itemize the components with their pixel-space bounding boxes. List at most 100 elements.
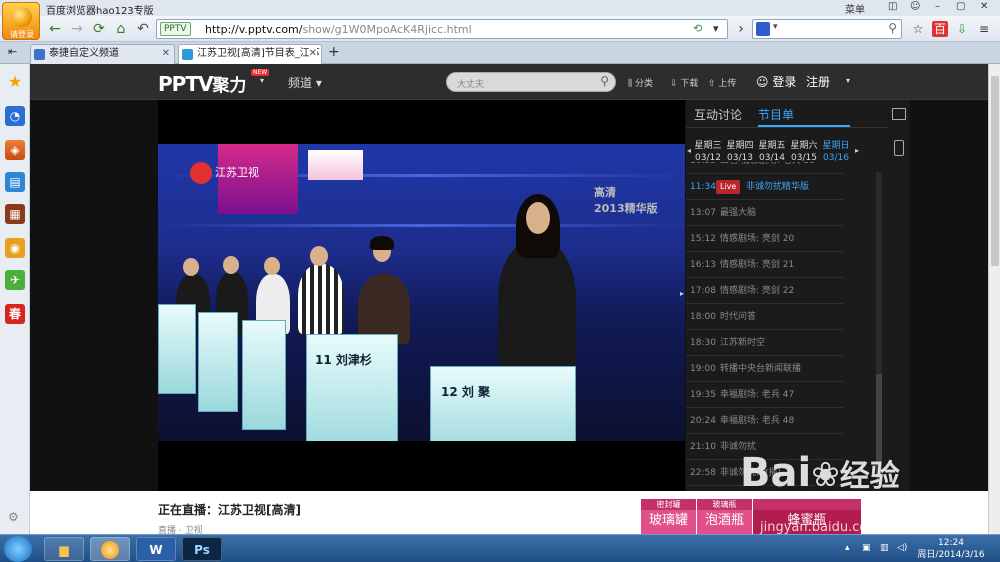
video-icon[interactable]: ▦ [5, 204, 25, 224]
go-icon[interactable]: › [732, 20, 750, 38]
breadcrumb[interactable]: 直播 · 卫视 [158, 523, 203, 534]
settings-gear-icon[interactable]: ⚙ [8, 510, 19, 524]
schedule-row[interactable]: 13:07 最强大脑 [686, 200, 844, 226]
tray-expand-icon[interactable]: ▴ [845, 543, 850, 553]
site-identity-badge[interactable]: PPTV [160, 22, 191, 36]
pptv-logo[interactable]: PPTV聚力 [158, 71, 246, 96]
travel-icon[interactable]: ✈ [5, 270, 25, 290]
login-link[interactable]: ☺ 登录 [756, 73, 796, 90]
search-engine-icon[interactable] [756, 22, 770, 36]
forward-icon[interactable]: → [68, 20, 86, 38]
undo-icon[interactable]: ↶ [134, 20, 152, 38]
day-sat[interactable]: 星期六 03/15 [788, 140, 820, 164]
star-icon[interactable]: ★ [5, 72, 25, 92]
close-tab-icon[interactable]: ✕ [162, 45, 170, 63]
tab-jiangsu-schedule[interactable]: 江苏卫视[高清]节目表_江苏 ✕ [178, 44, 322, 64]
address-dropdown-icon[interactable]: ▾ [713, 22, 719, 35]
prev-week-icon[interactable]: ◂ [687, 146, 691, 155]
reload-page-icon[interactable]: ⟲ [693, 22, 702, 35]
app-icon[interactable]: 百 [932, 21, 948, 37]
system-clock[interactable]: 12:24 周日/2014/3/16 [916, 537, 986, 561]
tools-menu-icon[interactable]: ≡ [976, 21, 992, 37]
site-search-input[interactable]: 大丈夫 ⚲ [446, 72, 616, 92]
podium: 11 刘津杉 [306, 334, 398, 441]
start-button[interactable] [4, 536, 32, 562]
day-wed[interactable]: 星期三 03/12 [692, 140, 724, 164]
day-fri[interactable]: 星期五 03/14 [756, 140, 788, 164]
favorite-star-icon[interactable]: ☆ [910, 21, 926, 37]
spring-icon[interactable]: 春 [5, 304, 25, 324]
schedule-time: 11:34 [690, 182, 716, 192]
day-thu[interactable]: 星期四 03/13 [724, 140, 756, 164]
feedback-icon[interactable]: ☺ [910, 1, 920, 12]
chevron-down-icon[interactable]: ▾ [260, 76, 264, 85]
browser-taskbar-icon[interactable] [90, 537, 130, 561]
register-link[interactable]: 注册 [806, 73, 830, 90]
tab-schedule[interactable]: 节目单 [758, 106, 794, 123]
back-icon[interactable]: ← [46, 20, 64, 38]
watermark-brand: Bai [740, 450, 812, 496]
category-link[interactable]: ⫼ 分类 [628, 76, 653, 89]
skin-icon[interactable]: ◫ [888, 1, 897, 12]
download-link[interactable]: ⇩ 下载 [670, 76, 698, 89]
mobile-icon[interactable] [894, 140, 904, 156]
schedule-time: 18:30 [690, 338, 716, 348]
tab-label: 江苏卫视[高清]节目表_江苏 [197, 48, 320, 59]
game-icon[interactable]: ◈ [5, 140, 25, 160]
baidu-icon[interactable]: ◔ [5, 106, 25, 126]
schedule-row[interactable]: 11:34 Live 非诚勿扰精华版 [686, 174, 844, 200]
address-bar[interactable]: PPTV http://v.pptv.com/show/g1W0MpoAcK4R… [156, 19, 728, 39]
refresh-icon[interactable]: ⟳ [90, 20, 108, 38]
download-icon[interactable]: ⇩ [954, 21, 970, 37]
tv-icon[interactable] [892, 108, 906, 120]
day-sun[interactable]: 星期日 03/16 [820, 140, 852, 164]
close-button[interactable]: ✕ [980, 1, 988, 12]
schedule-time: 18:00 [690, 312, 716, 322]
word-taskbar-icon[interactable]: W [136, 537, 176, 561]
watermark-subtext: 2013精华版 [594, 202, 658, 215]
video-player[interactable]: 江苏卫视 高清 2013精华版 11 刘津杉 12 刘 聚 ▸ [158, 100, 685, 491]
channel-menu[interactable]: 频道 ▾ [288, 74, 322, 91]
podium [198, 312, 238, 412]
schedule-row[interactable]: 18:30 江苏新时空 [686, 330, 844, 356]
tab-custom-channel[interactable]: 泰捷自定义频道 ✕ [30, 44, 175, 64]
ad-item[interactable]: 密封罐 玻璃罐 [641, 499, 696, 534]
browser-logo-button[interactable]: 请登录 [2, 2, 40, 40]
next-week-icon[interactable]: ▸ [855, 146, 859, 155]
page-scroll-thumb[interactable] [991, 76, 999, 266]
schedule-row[interactable]: 20:24 幸福剧场: 老兵 48 [686, 408, 844, 434]
new-tab-button[interactable]: + [328, 44, 340, 60]
maximize-button[interactable]: ▢ [956, 1, 965, 12]
schedule-row[interactable]: 10:35 四看 情感剧场: 老兵 38 [686, 162, 844, 174]
search-input[interactable]: ▾ ⚲ [752, 19, 902, 39]
volume-icon[interactable]: ◁) [897, 543, 907, 553]
close-tab-icon[interactable]: ✕ [308, 45, 317, 63]
news-icon[interactable]: ▤ [5, 172, 25, 192]
ad-item[interactable]: 玻璃瓶 泡酒瓶 [697, 499, 752, 534]
schedule-row[interactable]: 19:35 幸福剧场: 老兵 47 [686, 382, 844, 408]
search-icon[interactable]: ⚲ [888, 21, 897, 35]
home-icon[interactable]: ⌂ [112, 20, 130, 38]
photoshop-taskbar-icon[interactable]: Ps [182, 537, 222, 561]
minimize-button[interactable]: – [935, 1, 940, 12]
video-frame[interactable]: 江苏卫视 高清 2013精华版 11 刘津杉 12 刘 聚 ▸ [158, 144, 685, 441]
panel-toggle-icon[interactable]: ▸ [680, 289, 684, 298]
search-icon[interactable]: ⚲ [600, 74, 609, 88]
search-engine-dropdown-icon[interactable]: ▾ [773, 22, 778, 32]
upload-link[interactable]: ⇧ 上传 [708, 76, 736, 89]
tray-app-icon[interactable]: ▣ [862, 543, 871, 553]
network-icon[interactable]: ▥ [880, 543, 889, 553]
schedule-row[interactable]: 18:00 时代问答 [686, 304, 844, 330]
schedule-row[interactable]: 19:00 转播中央台新闻联播 [686, 356, 844, 382]
schedule-row[interactable]: 16:13 情感剧场: 亮剑 21 [686, 252, 844, 278]
tab-discussion[interactable]: 互动讨论 [694, 106, 742, 123]
explorer-taskbar-icon[interactable]: ▆ [44, 537, 84, 561]
schedule-row[interactable]: 17:08 情感剧场: 亮剑 22 [686, 278, 844, 304]
schedule-program: 幸福剧场: 老兵 47 [720, 390, 795, 400]
schedule-row[interactable]: 15:12 情感剧场: 亮剑 20 [686, 226, 844, 252]
page-scrollbar[interactable] [988, 64, 1000, 534]
weibo-icon[interactable]: ◉ [5, 238, 25, 258]
user-dropdown-icon[interactable]: ▾ [846, 76, 850, 85]
sidebar-toggle-icon[interactable]: ⇤ [8, 45, 17, 58]
menu-button[interactable]: 菜单 [845, 1, 865, 16]
